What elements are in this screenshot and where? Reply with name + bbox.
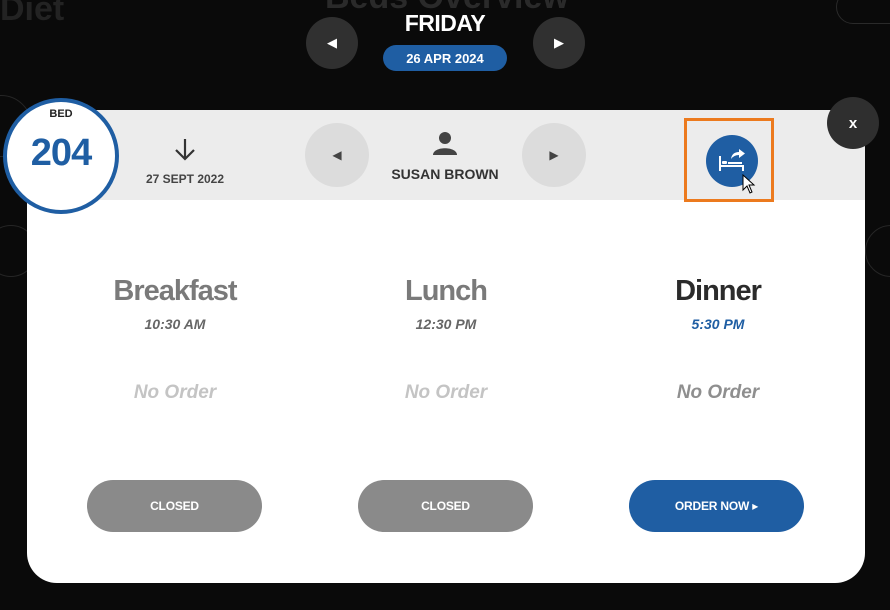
patient-name: SUSAN BROWN	[391, 166, 499, 182]
right-triangle-icon: ▶	[554, 35, 564, 50]
meal-time: 5:30 PM	[691, 316, 745, 332]
bed-transfer-icon	[719, 149, 745, 171]
close-button[interactable]: x	[827, 97, 879, 149]
previous-patient-button[interactable]: ◀	[305, 123, 369, 187]
meal-dinner: Dinner 5:30 PM No Order	[598, 275, 838, 404]
lunch-closed-button[interactable]: CLOSED	[358, 480, 533, 532]
day-label: FRIDAY	[404, 10, 486, 36]
down-arrow-icon	[175, 139, 195, 161]
meal-order-status: No Order	[404, 382, 488, 403]
meal-order-status: No Order	[133, 382, 217, 403]
breakfast-closed-button[interactable]: CLOSED	[87, 480, 262, 532]
meal-time: 12:30 PM	[415, 316, 477, 332]
next-day-button[interactable]: ▶	[533, 17, 585, 69]
meal-breakfast: Breakfast 10:30 AM No Order	[55, 275, 295, 404]
left-triangle-icon: ◀	[327, 35, 337, 50]
date-badge: 26 APR 2024	[383, 45, 507, 71]
bed-badge: BED 204	[3, 98, 119, 214]
meal-lunch: Lunch 12:30 PM No Order	[326, 275, 566, 404]
admission-date-block: 27 SEPT 2022	[140, 137, 230, 186]
patient-block: SUSAN BROWN	[380, 131, 510, 182]
background-diet-title: Diet	[0, 0, 65, 28]
bed-label: BED	[49, 108, 73, 120]
meal-time: 10:30 AM	[144, 316, 206, 332]
dinner-order-now-button[interactable]: ORDER NOW ▸	[629, 480, 804, 532]
background-ring	[865, 225, 890, 277]
background-pill	[836, 0, 890, 24]
left-triangle-icon: ◀	[332, 148, 342, 162]
person-icon	[433, 132, 457, 155]
meal-order-status: No Order	[676, 382, 760, 403]
admission-date: 27 SEPT 2022	[145, 172, 225, 186]
next-patient-button[interactable]: ▶	[522, 123, 586, 187]
right-triangle-icon: ▶	[549, 148, 559, 162]
mouse-cursor-icon	[742, 174, 756, 194]
meal-name: Breakfast	[113, 275, 237, 307]
meal-name: Dinner	[675, 275, 762, 307]
meal-name: Lunch	[405, 275, 488, 307]
bed-number: 204	[30, 132, 92, 174]
previous-day-button[interactable]: ◀	[306, 17, 358, 69]
